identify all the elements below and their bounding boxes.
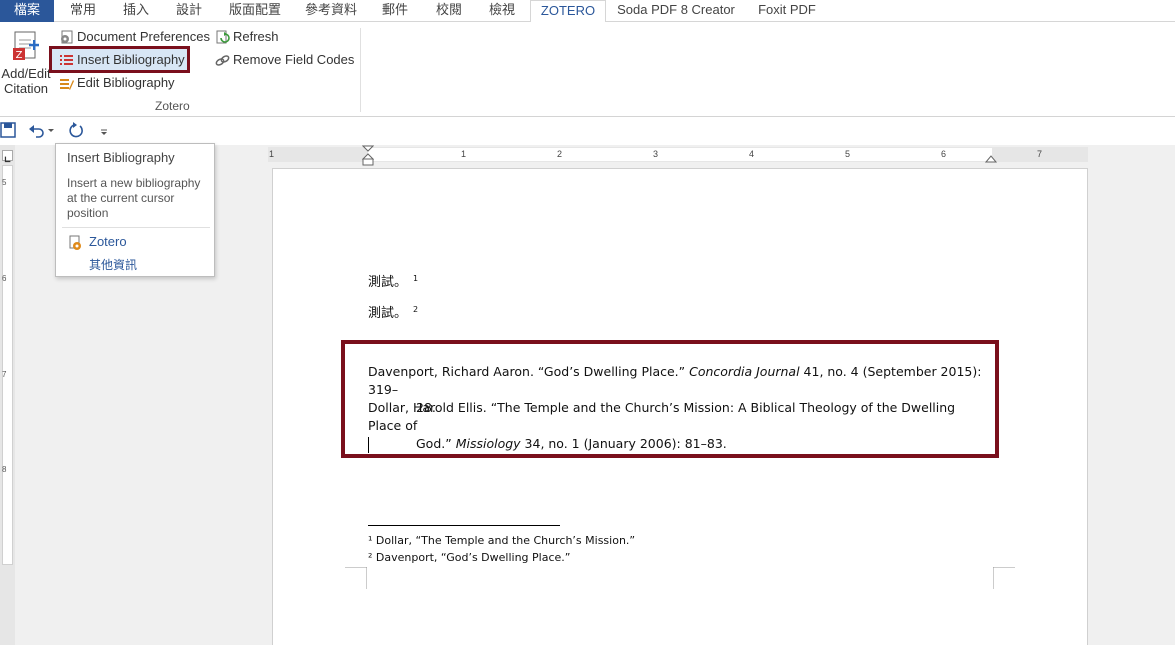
hruler-tick: 6 bbox=[941, 149, 947, 159]
tooltip-separator bbox=[62, 227, 210, 228]
ribbon-zotero: Z Add/Edit Citation Document Preferences… bbox=[0, 22, 1175, 117]
refresh-button[interactable]: Refresh bbox=[213, 27, 279, 47]
undo-icon[interactable] bbox=[28, 121, 46, 139]
tab-soda-pdf[interactable]: Soda PDF 8 Creator bbox=[612, 0, 740, 22]
hruler-tick: 1 bbox=[269, 149, 275, 159]
left-tab-icon bbox=[4, 156, 11, 163]
crop-mark-right bbox=[993, 567, 1015, 589]
tab-review[interactable]: 校閱 bbox=[428, 0, 470, 22]
tooltip-description: Insert a new bibliography at the current… bbox=[67, 176, 201, 220]
undo-dropdown-icon[interactable] bbox=[46, 121, 56, 139]
bib2-journal: Missiology bbox=[455, 436, 521, 451]
bib1-journal: Concordia Journal bbox=[689, 364, 800, 379]
crop-mark-left bbox=[345, 567, 367, 589]
vruler-tick: 7 bbox=[2, 370, 7, 379]
right-indent-marker-icon[interactable] bbox=[985, 153, 997, 163]
add-edit-citation-button[interactable]: Z Add/Edit Citation bbox=[0, 26, 52, 96]
vruler-tick: 8 bbox=[2, 465, 7, 474]
body-line-2-text: 測試。 bbox=[368, 306, 408, 321]
document-preferences-button[interactable]: Document Preferences bbox=[57, 27, 210, 47]
add-citation-icon: Z bbox=[13, 31, 39, 61]
footnote-ref-1[interactable]: 1 bbox=[413, 274, 418, 283]
add-edit-label-2: Citation bbox=[3, 81, 49, 96]
tab-home[interactable]: 常用 bbox=[62, 0, 104, 22]
group-separator bbox=[360, 28, 361, 112]
refresh-label: Refresh bbox=[233, 29, 279, 44]
footnote-1: ¹ Dollar, “The Temple and the Church’s M… bbox=[368, 534, 636, 547]
remove-field-codes-button[interactable]: Remove Field Codes bbox=[213, 50, 354, 70]
bibliography-icon bbox=[60, 55, 73, 65]
body-line-2: 測試。 2 bbox=[368, 302, 418, 321]
hruler-tick: 4 bbox=[749, 149, 755, 159]
quick-access-toolbar bbox=[0, 117, 1175, 145]
insert-bibliography-tooltip: Insert Bibliography Insert a new bibliog… bbox=[55, 143, 215, 277]
body-line-1-text: 測試。 bbox=[368, 275, 408, 290]
tab-insert[interactable]: 插入 bbox=[115, 0, 157, 22]
bib2-text-a: Dollar, Harold Ellis. “The Temple and th… bbox=[368, 400, 956, 433]
body-line-1: 測試。 1 bbox=[368, 271, 418, 290]
redo-icon[interactable] bbox=[67, 121, 85, 139]
insert-bibliography-label: Insert Bibliography bbox=[77, 52, 185, 67]
indent-marker-icon[interactable] bbox=[362, 145, 374, 167]
save-icon[interactable] bbox=[0, 121, 18, 139]
refresh-icon bbox=[216, 30, 230, 44]
vruler-tick: 6 bbox=[2, 274, 7, 283]
tooltip-more-info-link[interactable]: 其他資訊 bbox=[89, 256, 137, 273]
hruler-tick: 5 bbox=[845, 149, 851, 159]
bib1-text-a: Davenport, Richard Aaron. “God’s Dwellin… bbox=[368, 364, 690, 379]
text-cursor bbox=[368, 437, 369, 453]
tab-layout[interactable]: 版面配置 bbox=[222, 0, 288, 22]
horizontal-ruler: 1 1 2 3 4 5 6 7 bbox=[268, 145, 1088, 166]
gear-document-icon bbox=[61, 30, 73, 44]
insert-bibliography-button[interactable]: Insert Bibliography bbox=[57, 50, 185, 70]
bib2-cont-b: 34, no. 1 (January 2006): 81–83. bbox=[520, 436, 727, 451]
tab-mailings[interactable]: 郵件 bbox=[374, 0, 416, 22]
tab-foxit-pdf[interactable]: Foxit PDF bbox=[752, 0, 822, 22]
addin-gear-icon bbox=[69, 235, 81, 250]
ribbon-tab-bar: 檔案 常用 插入 設計 版面配置 參考資料 郵件 校閱 檢視 ZOTERO So… bbox=[0, 0, 1175, 23]
bib2-continuation: God.” Missiology 34, no. 1 (January 2006… bbox=[368, 435, 988, 453]
document-preferences-label: Document Preferences bbox=[77, 29, 210, 44]
customize-toolbar-icon[interactable] bbox=[98, 121, 110, 139]
tooltip-addin-name: Zotero bbox=[89, 234, 127, 249]
edit-bibliography-label: Edit Bibliography bbox=[77, 75, 175, 90]
hruler-tick: 3 bbox=[653, 149, 659, 159]
tab-selector[interactable] bbox=[2, 150, 13, 163]
edit-bibliography-button[interactable]: Edit Bibliography bbox=[57, 73, 175, 93]
unlink-icon bbox=[215, 55, 230, 66]
remove-field-codes-label: Remove Field Codes bbox=[233, 52, 355, 67]
vertical-ruler: 5 6 7 8 bbox=[0, 145, 15, 645]
tab-view[interactable]: 檢視 bbox=[481, 0, 523, 22]
footnote-separator bbox=[368, 525, 560, 526]
tab-design[interactable]: 設計 bbox=[168, 0, 210, 22]
vertical-ruler-page bbox=[2, 165, 13, 565]
bibliography-entry-2: Dollar, Harold Ellis. “The Temple and th… bbox=[368, 399, 988, 453]
tab-zotero[interactable]: ZOTERO bbox=[530, 0, 606, 23]
svg-text:Z: Z bbox=[16, 50, 23, 61]
footnote-2: ² Davenport, “God’s Dwelling Place.” bbox=[368, 551, 571, 564]
add-edit-label-1: Add/Edit bbox=[1, 66, 51, 81]
hruler-tick: 7 bbox=[1037, 149, 1043, 159]
vruler-tick: 5 bbox=[2, 178, 7, 187]
tooltip-title: Insert Bibliography bbox=[67, 150, 175, 165]
hruler-tick: 2 bbox=[557, 149, 563, 159]
tab-file[interactable]: 檔案 bbox=[0, 0, 54, 22]
footnote-ref-2[interactable]: 2 bbox=[413, 305, 418, 314]
ribbon-group-label: Zotero bbox=[155, 99, 190, 113]
edit-bibliography-icon bbox=[60, 79, 74, 90]
tab-references[interactable]: 參考資料 bbox=[298, 0, 364, 22]
bib2-cont-a: God.” bbox=[416, 436, 456, 451]
hruler-tick: 1 bbox=[461, 149, 467, 159]
